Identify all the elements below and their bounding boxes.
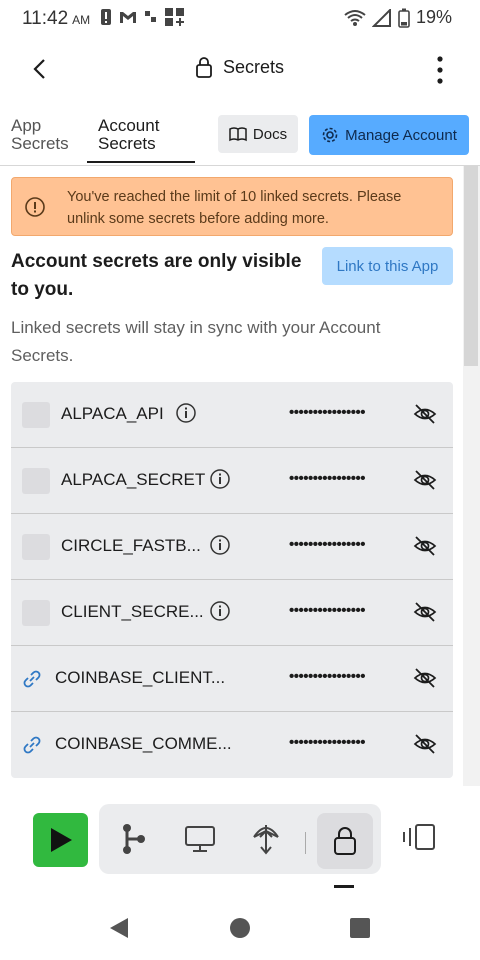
list-item[interactable]: CLIENT_SECRE... ••••••••••••••••: [11, 580, 453, 646]
bottom-toolbar: [0, 800, 480, 890]
secret-value: ••••••••••••••••: [289, 470, 366, 487]
eye-off-icon[interactable]: [413, 468, 437, 492]
nav-back-icon[interactable]: [108, 916, 130, 940]
docs-button[interactable]: Docs: [218, 115, 298, 153]
tab-app-secrets-line1: App: [11, 116, 42, 135]
battery-icon: [398, 8, 410, 28]
split-view-button[interactable]: [402, 822, 436, 857]
app-icon: [145, 11, 156, 22]
secret-name: CLIENT_SECRE...: [61, 602, 204, 621]
nav-home-button[interactable]: [230, 918, 250, 938]
page-title: Secrets: [223, 56, 285, 77]
monitor-icon: [185, 826, 215, 852]
header: Secrets: [0, 36, 480, 102]
back-button[interactable]: [22, 52, 56, 86]
split-view-icon: [403, 824, 435, 850]
select-checkbox[interactable]: [22, 468, 50, 494]
secret-value: ••••••••••••••••: [289, 404, 366, 421]
scrollbar-thumb[interactable]: [464, 166, 478, 366]
page-title-wrap: Secrets: [195, 56, 284, 78]
select-checkbox[interactable]: [22, 534, 50, 560]
link-to-app-button[interactable]: Link to this App: [322, 247, 453, 285]
account-secrets-panel: You've reached the limit of 10 linked se…: [0, 166, 463, 786]
status-time-ampm: AM: [72, 13, 91, 27]
info-icon[interactable]: [209, 468, 231, 490]
gear-icon: [322, 127, 338, 143]
tool-group: [99, 804, 381, 874]
tab-account-secrets-line1: Account: [98, 116, 160, 135]
lock-icon: [196, 57, 212, 78]
signal-icon: [371, 8, 391, 27]
workflow-button[interactable]: [115, 821, 151, 857]
notification-icons: [100, 7, 186, 27]
tab-app-secrets[interactable]: App Secrets: [11, 117, 81, 153]
secret-name: ALPACA_SECRET: [61, 470, 206, 489]
status-bar: 11:42 AM 19%: [0, 0, 480, 36]
secret-name: COINBASE_CLIENT...: [55, 668, 226, 687]
eye-off-icon[interactable]: [413, 732, 437, 756]
info-icon[interactable]: [209, 600, 231, 622]
secret-name: CIRCLE_FASTB...: [61, 536, 201, 555]
link-icon: [23, 736, 41, 754]
active-tab-indicator: [334, 885, 354, 888]
run-button[interactable]: [33, 813, 88, 867]
section-heading: Account secrets are only visible to you.: [11, 251, 302, 300]
lock-icon: [334, 827, 356, 855]
select-checkbox[interactable]: [22, 402, 50, 428]
system-nav-bar: [0, 900, 480, 960]
gmail-icon: [120, 12, 136, 23]
deploy-icon: [253, 825, 279, 855]
back-arrow-icon: [33, 59, 45, 79]
tabs-row: App Secrets Account Secrets Docs Manage …: [0, 103, 480, 166]
secrets-tool-button[interactable]: [317, 813, 373, 869]
secret-value: ••••••••••••••••: [289, 734, 366, 751]
list-item[interactable]: COINBASE_COMME... ••••••••••••••••: [11, 712, 453, 778]
battery-percent: 19%: [415, 7, 452, 27]
book-icon: [229, 127, 247, 142]
info-icon: [25, 197, 45, 217]
tab-app-secrets-line2: Secrets: [11, 134, 69, 153]
wifi-icon: [344, 9, 366, 26]
secrets-list: ALPACA_API •••••••••••••••• ALPACA_SECRE…: [11, 382, 453, 778]
secret-value: ••••••••••••••••: [289, 536, 366, 553]
docs-button-label: Docs: [252, 125, 288, 143]
link-icon: [23, 670, 41, 688]
secret-value: ••••••••••••••••: [289, 602, 366, 619]
eye-off-icon[interactable]: [413, 534, 437, 558]
list-item[interactable]: ALPACA_SECRET ••••••••••••••••: [11, 448, 453, 514]
alert-icon: [101, 9, 111, 25]
select-checkbox[interactable]: [22, 600, 50, 626]
list-item[interactable]: ALPACA_API ••••••••••••••••: [11, 382, 453, 448]
workflow-icon: [123, 824, 145, 854]
status-right: 19%: [344, 7, 452, 28]
more-menu-button[interactable]: [430, 52, 450, 88]
info-icon[interactable]: [175, 402, 197, 424]
status-time: 11:42 AM: [22, 8, 90, 30]
list-item[interactable]: CIRCLE_FASTB... ••••••••••••••••: [11, 514, 453, 580]
info-icon[interactable]: [209, 534, 231, 556]
limit-warning-banner: You've reached the limit of 10 linked se…: [11, 177, 453, 236]
secret-value: ••••••••••••••••: [289, 668, 366, 685]
status-time-value: 11:42: [22, 8, 69, 29]
list-item[interactable]: COINBASE_CLIENT... ••••••••••••••••: [11, 646, 453, 712]
eye-off-icon[interactable]: [413, 402, 437, 426]
play-icon: [50, 828, 72, 852]
secret-name: COINBASE_COMME...: [55, 734, 232, 753]
eye-off-icon[interactable]: [413, 600, 437, 624]
tab-account-secrets[interactable]: Account Secrets: [87, 117, 195, 163]
tool-separator: [305, 832, 306, 854]
nav-recents-button[interactable]: [350, 918, 370, 938]
deploy-button[interactable]: [248, 821, 284, 857]
more-vertical-icon: [437, 56, 443, 84]
eye-off-icon[interactable]: [413, 666, 437, 690]
apps-grid-icon: [165, 8, 184, 26]
warning-text: You've reached the limit of 10 linked se…: [67, 189, 402, 227]
console-button[interactable]: [182, 821, 218, 857]
secret-name: ALPACA_API: [61, 404, 164, 423]
section-description: Linked secrets will stay in sync with yo…: [11, 318, 381, 365]
manage-account-label: Manage Account: [345, 126, 457, 144]
manage-account-button[interactable]: Manage Account: [309, 115, 469, 155]
tab-account-secrets-line2: Secrets: [98, 134, 156, 153]
